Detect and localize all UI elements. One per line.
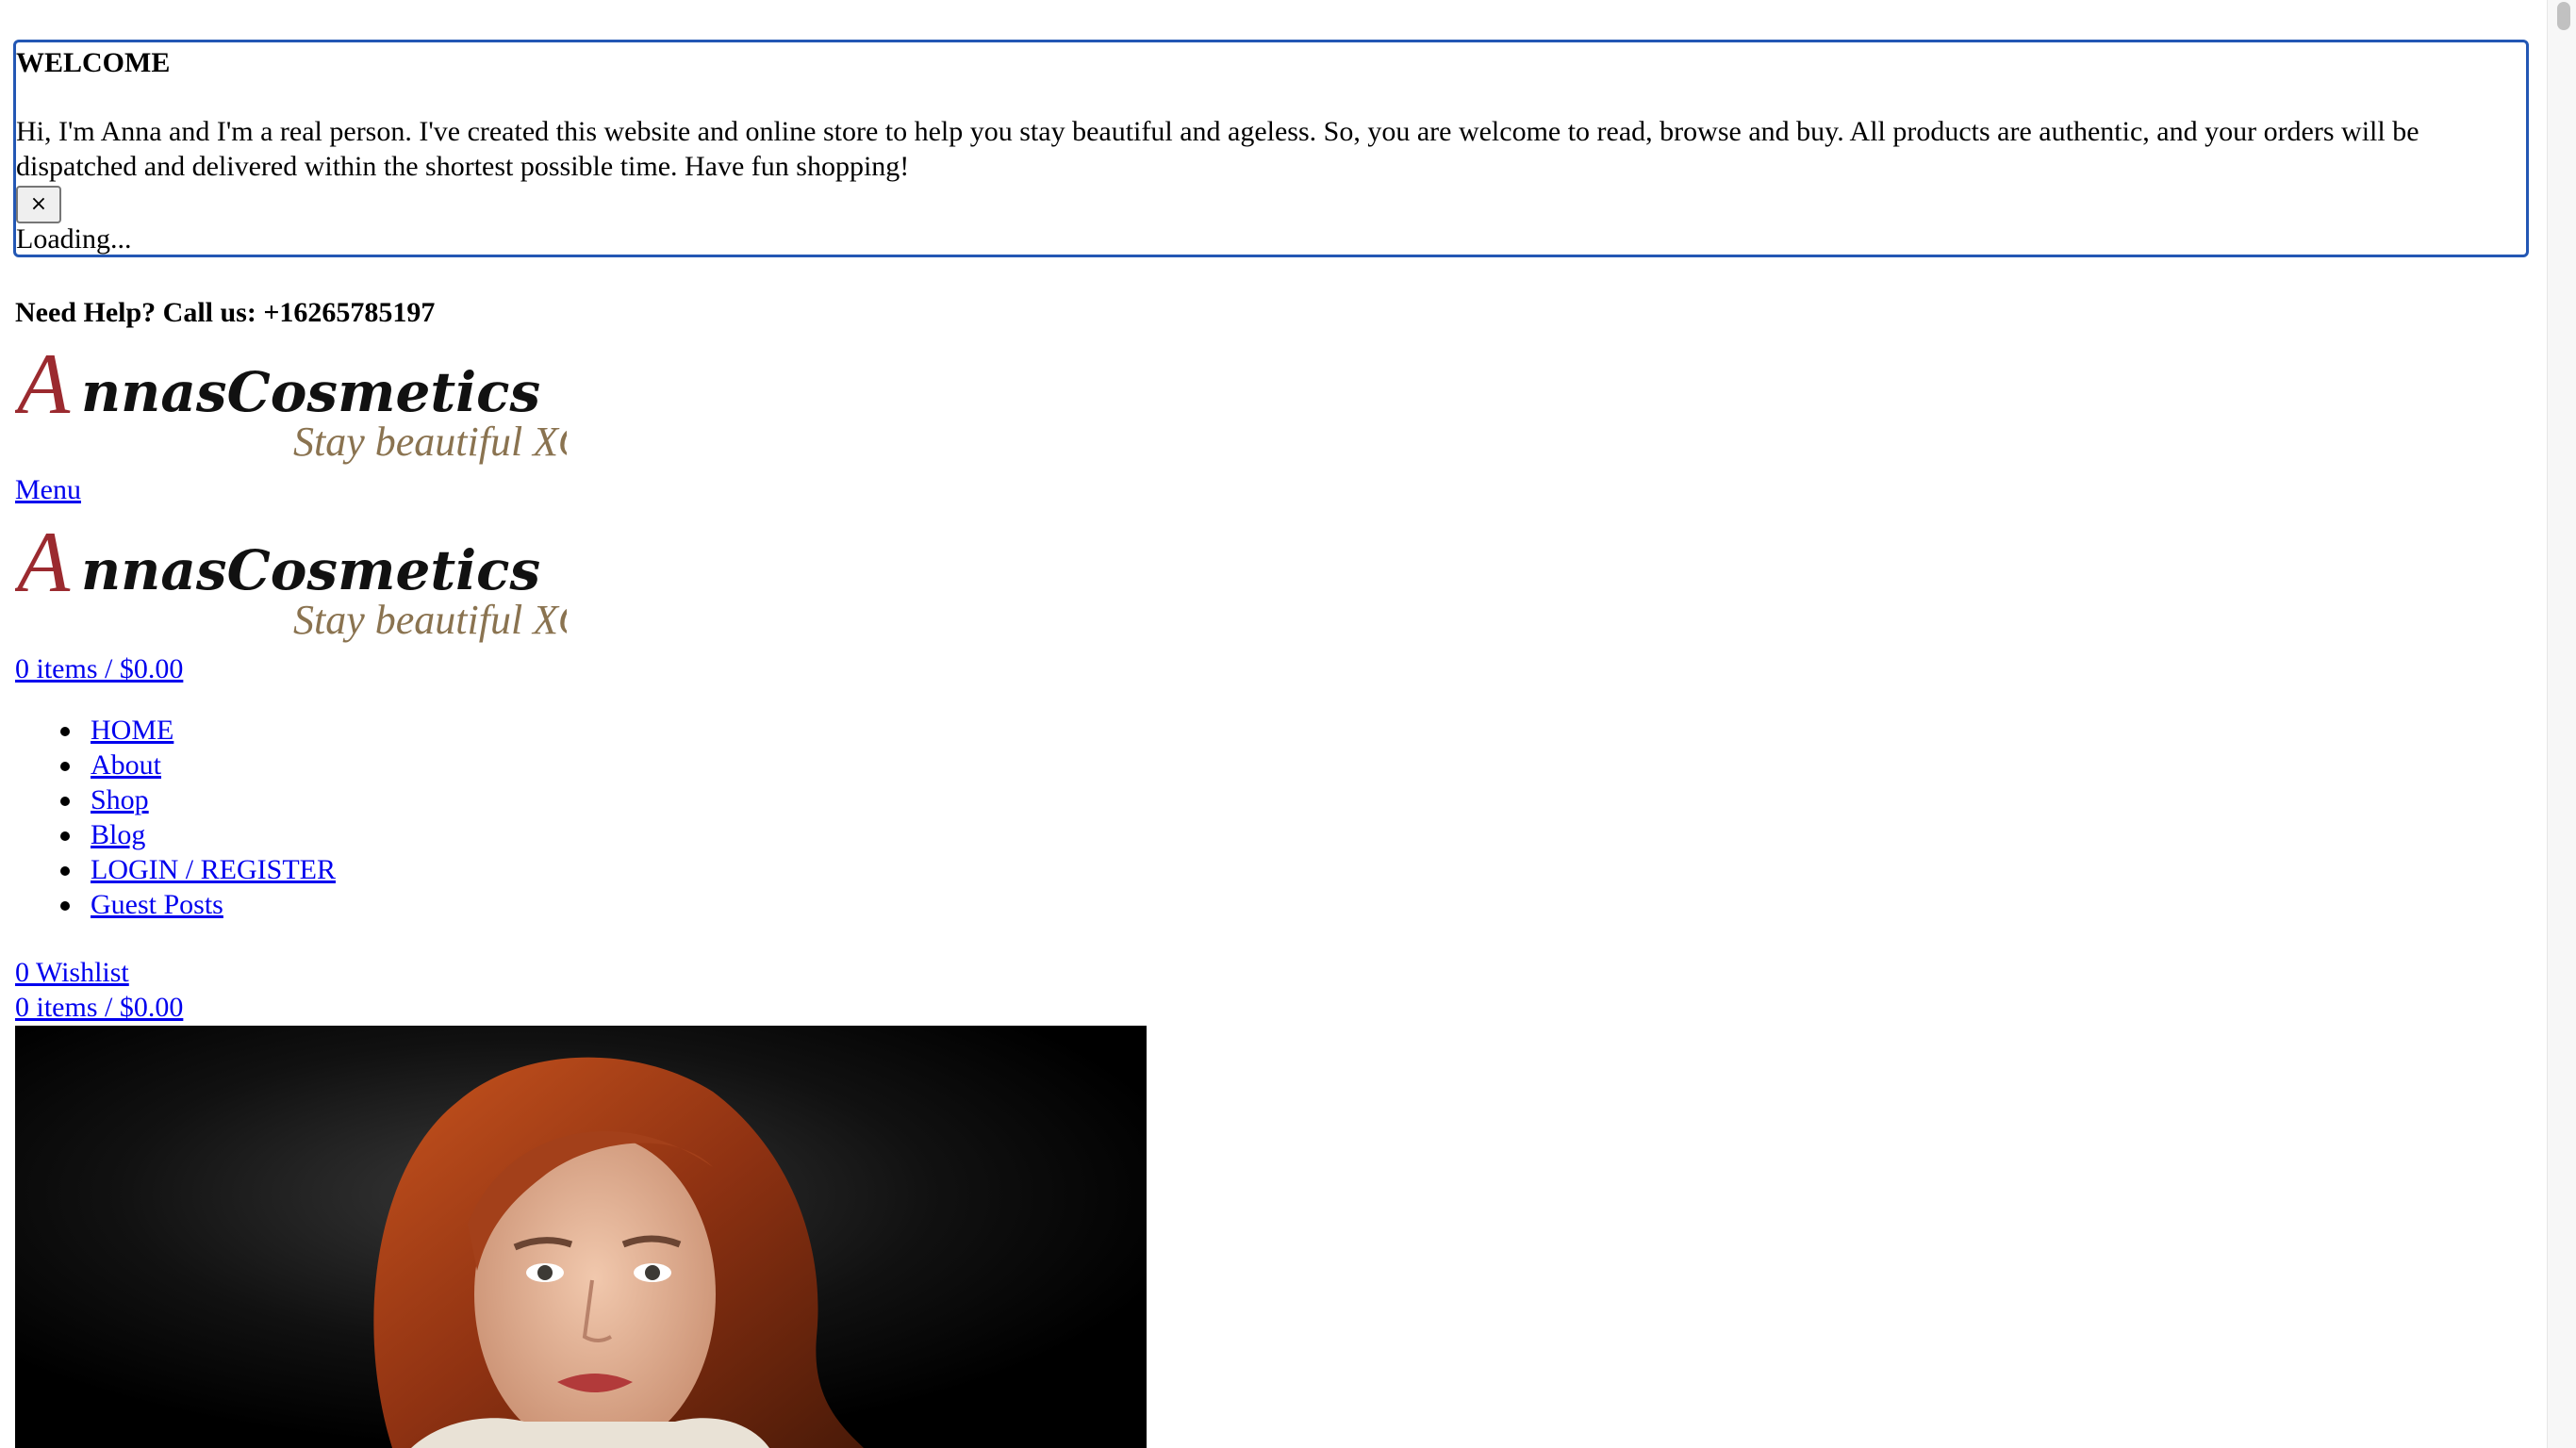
nav-item-login-register: LOGIN / REGISTER (15, 852, 336, 887)
dialog-message: Hi, I'm Anna and I'm a real person. I've… (16, 116, 2419, 182)
hero-image (15, 1026, 1147, 1448)
nav-link-blog[interactable]: Blog (91, 819, 145, 850)
nav-item-shop: Shop (15, 782, 336, 817)
nav-link-guest-posts[interactable]: Guest Posts (91, 889, 223, 920)
svg-text:A: A (15, 516, 71, 610)
dialog-title: WELCOME (16, 47, 171, 78)
svg-text:nnasCosmetics: nnasCosmetics (81, 538, 540, 602)
help-phone-text: Need Help? Call us: +16265785197 (15, 297, 436, 328)
dialog-close-button[interactable]: × (16, 186, 61, 223)
nav-item-blog: Blog (15, 817, 336, 852)
wishlist-link[interactable]: 0 Wishlist (15, 954, 129, 991)
cart-link[interactable]: 0 items / $0.00 (15, 989, 183, 1026)
nav-link-about[interactable]: About (91, 749, 161, 781)
svg-text:A: A (15, 337, 71, 432)
header-cart-link[interactable]: 0 items / $0.00 (15, 650, 183, 687)
svg-text:nnasCosmetics: nnasCosmetics (81, 360, 540, 424)
nav-link-login-register[interactable]: LOGIN / REGISTER (91, 854, 336, 885)
nav-item-about: About (15, 748, 336, 782)
nav-link-shop[interactable]: Shop (91, 784, 149, 815)
loading-text: Loading... (16, 223, 132, 255)
scrollbar-thumb[interactable] (2557, 2, 2570, 30)
menu-link[interactable]: Menu (15, 471, 81, 508)
page-scrollbar[interactable] (2547, 0, 2576, 1448)
site-logo[interactable]: A nnasCosmetics Stay beautiful XO (15, 337, 567, 469)
nav-item-home: HOME (15, 713, 336, 748)
svg-text:Stay beautiful XO: Stay beautiful XO (293, 597, 567, 643)
main-nav: HOME About Shop Blog LOGIN / REGISTER Gu… (15, 713, 336, 922)
welcome-dialog: WELCOME Hi, I'm Anna and I'm a real pers… (13, 40, 2529, 257)
logo-tagline: Stay beautiful XO (293, 419, 567, 465)
site-logo-mobile[interactable]: A nnasCosmetics Stay beautiful XO (15, 516, 567, 648)
nav-item-guest-posts: Guest Posts (15, 887, 336, 922)
nav-link-home[interactable]: HOME (91, 715, 173, 746)
